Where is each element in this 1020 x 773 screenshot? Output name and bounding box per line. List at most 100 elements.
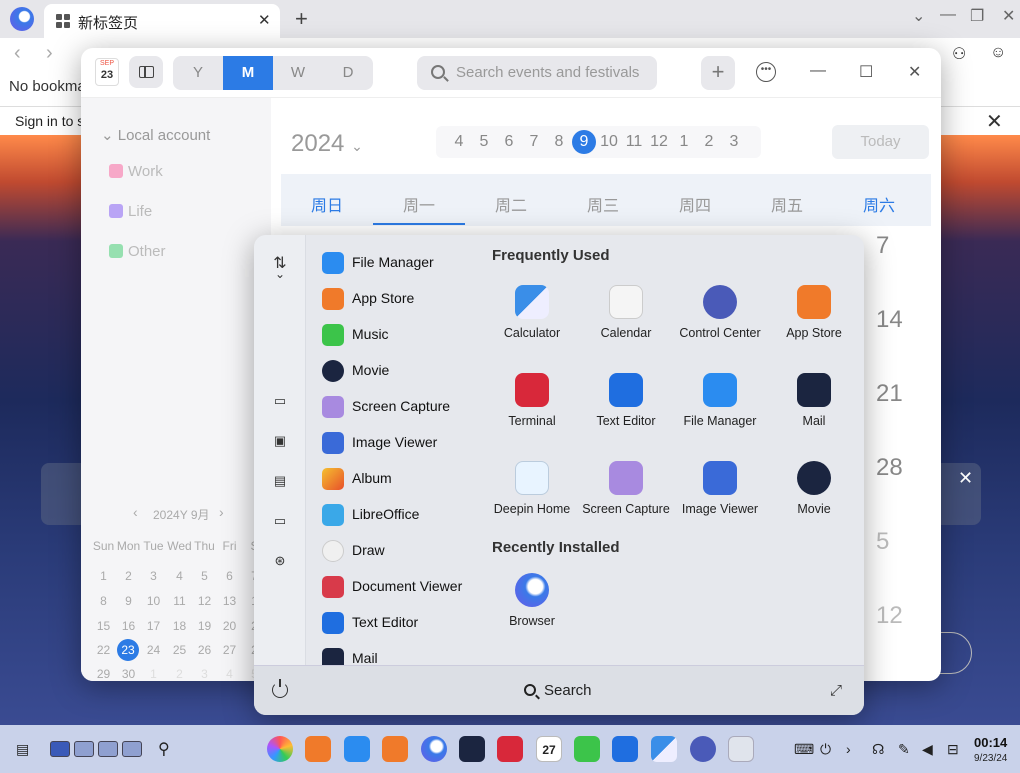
day-cell[interactable]: 21 xyxy=(876,380,903,408)
list-item[interactable]: Movie xyxy=(322,357,488,385)
month-item[interactable]: 2 xyxy=(697,133,721,151)
multitask-icon[interactable] xyxy=(305,736,331,762)
close-window-icon[interactable]: ✕ xyxy=(1002,6,1015,26)
calculator-icon[interactable] xyxy=(651,736,677,762)
list-item[interactable]: Text Editor xyxy=(322,609,488,637)
month-item[interactable]: 1 xyxy=(672,133,696,151)
list-item[interactable]: File Manager xyxy=(322,249,488,277)
search-icon[interactable]: ⚲ xyxy=(158,739,170,759)
close-icon[interactable]: ✕ xyxy=(908,62,921,82)
back-icon[interactable]: ‹ xyxy=(14,42,21,65)
more-options-icon[interactable]: ••• xyxy=(756,62,776,82)
category-image-icon[interactable]: ▣ xyxy=(273,433,287,448)
event-search-input[interactable]: Search events and festivals xyxy=(417,56,657,90)
pen-icon[interactable]: ✎ xyxy=(898,741,910,758)
view-year-button[interactable]: Y xyxy=(173,56,223,90)
mini-today[interactable]: 23 xyxy=(117,639,139,661)
clock-time[interactable]: 00:14 xyxy=(974,735,1007,750)
month-item-active[interactable]: 9 xyxy=(572,130,596,154)
add-event-button[interactable]: + xyxy=(701,56,735,90)
keyboard-icon[interactable]: ⌨ xyxy=(794,741,814,758)
chevron-down-icon[interactable]: ⌄ xyxy=(912,6,925,26)
sort-icon[interactable]: ⇅ xyxy=(273,253,287,272)
month-item[interactable]: 6 xyxy=(497,133,521,151)
close-card-icon[interactable]: ✕ xyxy=(958,468,973,489)
list-item[interactable]: Album xyxy=(322,465,488,493)
list-item[interactable]: LibreOffice xyxy=(322,501,488,529)
list-item[interactable]: Mail xyxy=(322,645,488,665)
today-button[interactable]: Today xyxy=(832,125,929,159)
grid-app[interactable]: Movie xyxy=(767,461,861,541)
day-cell[interactable]: 14 xyxy=(876,306,903,334)
category-desktop-icon[interactable]: ▭ xyxy=(273,393,287,408)
grid-app[interactable]: Deepin Home xyxy=(485,461,579,541)
workspace-1[interactable] xyxy=(50,741,70,757)
grid-app[interactable]: Control Center xyxy=(673,285,767,365)
list-item[interactable]: Image Viewer xyxy=(322,429,488,457)
mail-icon[interactable] xyxy=(459,736,485,762)
sidebar-toggle-button[interactable] xyxy=(129,56,163,88)
month-item[interactable]: 12 xyxy=(647,133,671,151)
workspace-4[interactable] xyxy=(122,741,142,757)
launcher-search-button[interactable]: Search xyxy=(524,682,592,699)
grid-app[interactable]: Terminal xyxy=(485,373,579,453)
restore-icon[interactable]: ❐ xyxy=(970,6,984,26)
account-header[interactable]: ⌄ Local account xyxy=(101,126,210,144)
calendar-icon[interactable]: 27 xyxy=(536,736,562,762)
list-item[interactable]: Screen Capture xyxy=(322,393,488,421)
volume-icon[interactable]: ◀ xyxy=(922,741,933,758)
month-item[interactable]: 4 xyxy=(447,133,471,151)
workspace-3[interactable] xyxy=(98,741,118,757)
app-store-icon[interactable] xyxy=(382,736,408,762)
notes-icon[interactable]: ▤ xyxy=(16,741,29,758)
new-tab-button[interactable]: + xyxy=(295,6,308,32)
trash-icon[interactable] xyxy=(728,736,754,762)
category-settings-icon[interactable]: ⊛ xyxy=(273,553,287,568)
category-document-icon[interactable]: ▤ xyxy=(273,473,287,488)
workspace-2[interactable] xyxy=(74,741,94,757)
text-editor-icon[interactable] xyxy=(612,736,638,762)
month-item[interactable]: 5 xyxy=(472,133,496,151)
day-cell[interactable]: 5 xyxy=(876,528,889,556)
mini-prev-icon[interactable]: ‹ xyxy=(133,504,138,520)
music-icon[interactable] xyxy=(574,736,600,762)
month-item[interactable]: 7 xyxy=(522,133,546,151)
year-selector[interactable]: 2024 ⌄ xyxy=(291,130,363,158)
grid-app[interactable]: Mail xyxy=(767,373,861,453)
power-icon[interactable] xyxy=(272,679,288,698)
file-manager-icon[interactable] xyxy=(344,736,370,762)
minimize-icon[interactable]: — xyxy=(940,6,956,24)
grid-app[interactable]: Text Editor xyxy=(579,373,673,453)
next-icon[interactable]: › xyxy=(846,741,851,757)
month-item[interactable]: 3 xyxy=(722,133,746,151)
grid-app[interactable]: Image Viewer xyxy=(673,461,767,541)
chevron-down-icon[interactable]: ⌄ xyxy=(273,267,287,281)
control-center-icon[interactable] xyxy=(690,736,716,762)
grid-app[interactable]: App Store xyxy=(767,285,861,365)
month-item[interactable]: 11 xyxy=(622,133,646,151)
grid-app[interactable]: Browser xyxy=(485,573,579,653)
forward-icon[interactable]: › xyxy=(46,42,53,65)
signin-text[interactable]: Sign in to sy xyxy=(15,113,91,129)
minimize-icon[interactable]: — xyxy=(810,62,826,80)
grid-app[interactable]: Calculator xyxy=(485,285,579,365)
list-item[interactable]: Music xyxy=(322,321,488,349)
day-cell[interactable]: 28 xyxy=(876,454,903,482)
vpn-icon[interactable]: ☊ xyxy=(872,741,884,758)
list-item[interactable]: App Store xyxy=(322,285,488,313)
power-icon[interactable]: ⏻ xyxy=(820,741,831,758)
clock-date[interactable]: 9/23/24 xyxy=(974,753,1007,764)
close-banner-icon[interactable]: ✕ xyxy=(986,109,1003,134)
grid-app[interactable]: Screen Capture xyxy=(579,461,673,541)
checkbox-icon[interactable] xyxy=(109,244,123,258)
view-week-button[interactable]: W xyxy=(273,56,323,90)
calendar-item-other[interactable]: Other xyxy=(109,243,166,260)
view-day-button[interactable]: D xyxy=(323,56,373,90)
day-cell[interactable]: 7 xyxy=(876,232,889,260)
grid-app[interactable]: File Manager xyxy=(673,373,767,453)
calendar-item-work[interactable]: Work xyxy=(109,163,163,180)
month-item[interactable]: 10 xyxy=(597,133,621,151)
month-item[interactable]: 8 xyxy=(547,133,571,151)
expand-icon[interactable]: ⤢ xyxy=(830,682,842,699)
view-month-button[interactable]: M xyxy=(223,56,273,90)
